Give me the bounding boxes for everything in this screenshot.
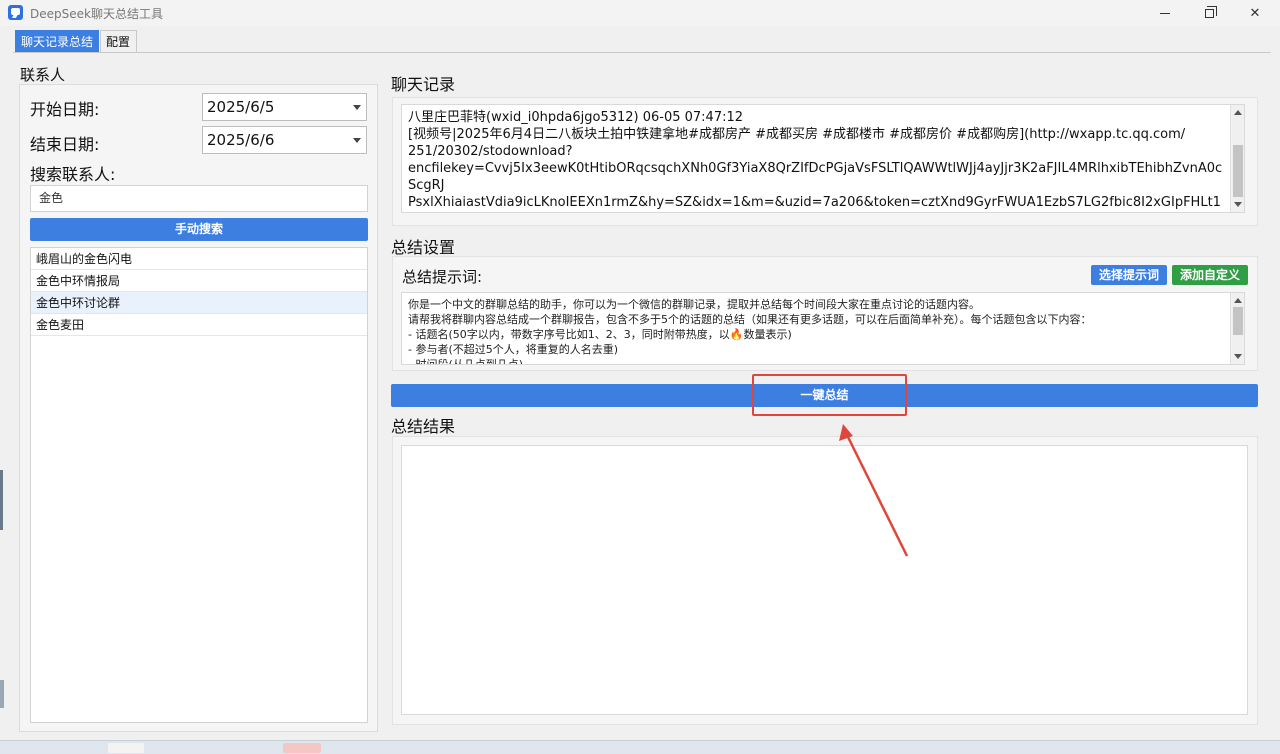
tab-divider — [13, 52, 1271, 53]
taskbar-item[interactable] — [283, 743, 321, 753]
summary-result-textarea[interactable] — [401, 445, 1248, 715]
start-date-value: 2025/6/5 — [207, 98, 275, 116]
title-bar: DeepSeek聊天总结工具 ✕ — [0, 0, 1280, 26]
start-date-picker[interactable]: 2025/6/5 — [202, 93, 367, 121]
tab-bar: 聊天记录总结 配置 — [0, 27, 1280, 53]
select-prompt-button[interactable]: 选择提示词 — [1091, 265, 1167, 285]
chat-record-title: 聊天记录 — [391, 75, 456, 94]
scroll-down-icon[interactable] — [1234, 202, 1242, 207]
scroll-up-icon[interactable] — [1234, 110, 1242, 115]
restore-icon — [1204, 5, 1217, 18]
scroll-down-icon[interactable] — [1234, 354, 1242, 359]
prompt-textarea[interactable]: 你是一个中文的群聊总结的助手，你可以为一个微信的群聊记录，提取并总结每个时间段大… — [401, 292, 1245, 365]
minimize-icon — [1160, 12, 1170, 14]
summary-settings-title: 总结设置 — [391, 238, 456, 257]
taskbar-item[interactable] — [108, 743, 144, 753]
chat-record-text: 八里庄巴菲特(wxid_i0hpda6jgo5312) 06-05 07:47:… — [408, 110, 1223, 210]
window-edge — [0, 470, 3, 530]
window-edge — [0, 680, 4, 708]
chevron-down-icon[interactable] — [353, 105, 361, 110]
manual-search-button[interactable]: 手动搜索 — [30, 218, 368, 241]
contacts-title: 联系人 — [20, 66, 66, 84]
minimize-button[interactable] — [1142, 0, 1188, 26]
contact-item[interactable]: 金色中环情报局 — [31, 270, 367, 292]
end-date-value: 2025/6/6 — [207, 131, 275, 149]
prompt-label: 总结提示词: — [402, 268, 483, 286]
search-contact-input[interactable]: 金色 — [30, 185, 368, 212]
tab-chat-summary[interactable]: 聊天记录总结 — [15, 30, 99, 52]
add-custom-button[interactable]: 添加自定义 — [1172, 265, 1248, 285]
contact-item-selected[interactable]: 金色中环讨论群 — [31, 292, 367, 314]
chat-scrollbar[interactable] — [1230, 105, 1244, 212]
annotation-highlight-box — [752, 374, 907, 416]
scroll-thumb[interactable] — [1233, 145, 1243, 197]
prompt-text: 你是一个中文的群聊总结的助手，你可以为一个微信的群聊记录，提取并总结每个时间段大… — [408, 298, 1092, 365]
summary-result-title: 总结结果 — [391, 417, 456, 436]
scroll-thumb[interactable] — [1233, 307, 1243, 335]
taskbar-strip — [0, 740, 1280, 754]
contact-item[interactable]: 峨眉山的金色闪电 — [31, 248, 367, 270]
chat-record-textarea[interactable]: 八里庄巴菲特(wxid_i0hpda6jgo5312) 06-05 07:47:… — [401, 104, 1245, 213]
restore-button[interactable] — [1186, 0, 1232, 26]
scroll-up-icon[interactable] — [1234, 298, 1242, 303]
start-date-label: 开始日期: — [30, 100, 100, 119]
contact-item[interactable]: 金色麦田 — [31, 314, 367, 336]
end-date-label: 结束日期: — [30, 135, 100, 154]
app-chat-icon — [8, 5, 23, 20]
prompt-scrollbar[interactable] — [1230, 293, 1244, 364]
end-date-picker[interactable]: 2025/6/6 — [202, 126, 367, 154]
contact-list[interactable]: 峨眉山的金色闪电 金色中环情报局 金色中环讨论群 金色麦田 — [30, 247, 368, 723]
search-contact-label: 搜索联系人: — [30, 165, 116, 184]
close-icon: ✕ — [1249, 5, 1261, 21]
close-button[interactable]: ✕ — [1232, 0, 1278, 26]
window-title: DeepSeek聊天总结工具 — [30, 7, 163, 21]
contacts-panel: 联系人 开始日期: 2025/6/5 结束日期: 2025/6/6 搜索联系人:… — [13, 58, 378, 733]
chevron-down-icon[interactable] — [353, 138, 361, 143]
tab-config[interactable]: 配置 — [100, 30, 137, 52]
